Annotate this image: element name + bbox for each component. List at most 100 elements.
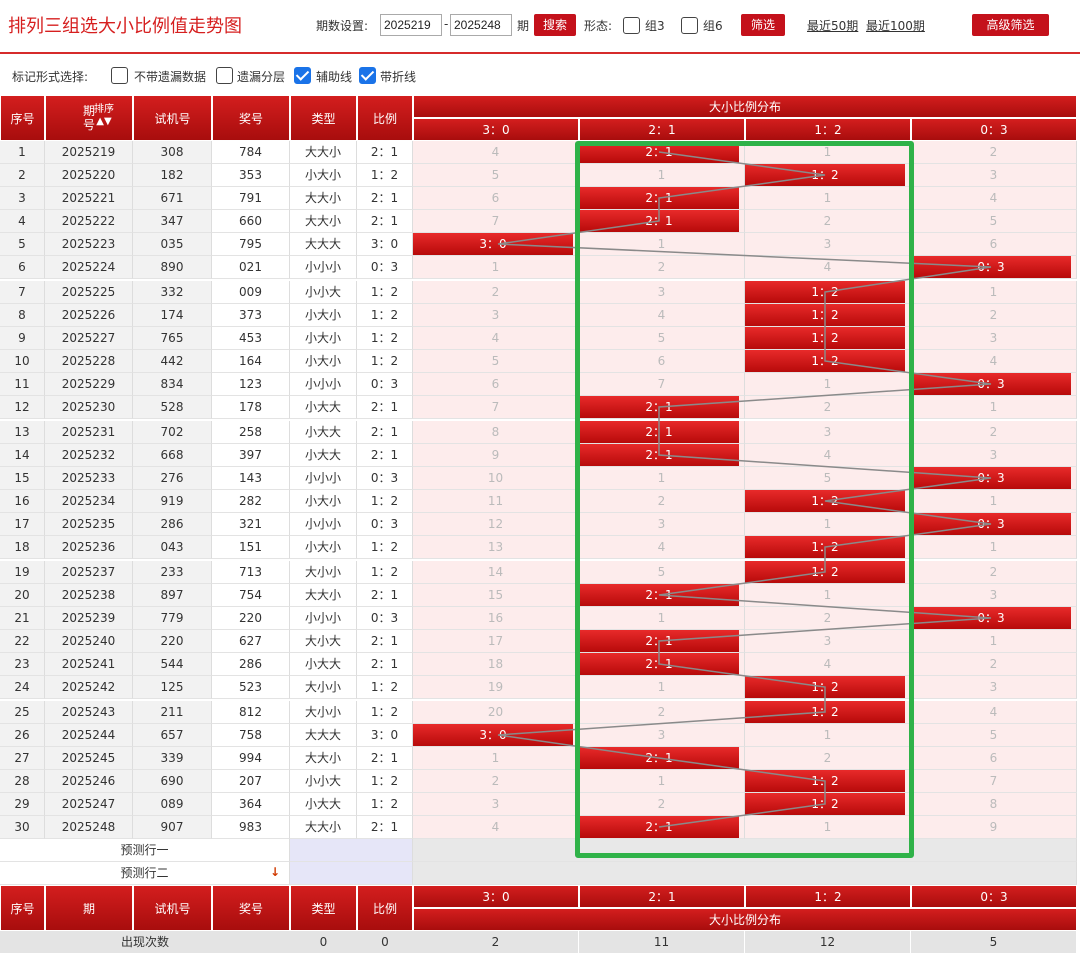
omission-cell: 7 [413,210,579,233]
zu6-checkbox[interactable] [681,17,698,34]
type-cell: 小小小 [290,373,357,396]
bottom-seq-header: 序号 [0,885,45,931]
issue-cell: 2025231 [45,421,133,444]
omission-cell: 2 [579,256,745,279]
type-cell: 大小小 [290,561,357,584]
period-to-input[interactable]: 2025248 [450,14,512,36]
omission-cell: 4 [413,141,579,164]
issue-cell: 2025248 [45,816,133,839]
issue-cell: 2025225 [45,281,133,304]
ratio-header-3: 0：3 [911,118,1077,141]
guide-line-label: 辅助线 [316,70,353,84]
prize-cell: 994 [212,747,290,770]
prize-cell: 143 [212,467,290,490]
issue-cell: 2025237 [45,561,133,584]
type-cell: 大大小 [290,747,357,770]
advanced-filter-button[interactable]: 高级筛选 [972,14,1049,36]
type-cell: 大小小 [290,676,357,699]
seq-cell: 26 [0,724,45,747]
sort-arrows-icon[interactable]: 排序 ▲▼ [94,104,114,128]
seq-cell: 22 [0,630,45,653]
period-from-input[interactable]: 2025219 [380,14,442,36]
guide-line-checkbox[interactable] [294,67,311,84]
omission-cell: 15 [413,584,579,607]
seq-cell: 27 [0,747,45,770]
recent-100-link[interactable]: 最近100期 [866,17,925,34]
col-trial-header: 试机号 [133,95,212,141]
seq-cell: 2 [0,164,45,187]
issue-cell: 2025233 [45,467,133,490]
search-button[interactable]: 搜索 [534,14,576,36]
omission-cell: 1 [745,373,911,396]
count-cell: 2 [413,931,579,953]
seq-cell: 16 [0,490,45,513]
seq-cell: 7 [0,281,45,304]
omission-cell: 2 [413,770,579,793]
omission-cell: 1 [911,536,1077,559]
trial-cell: 347 [133,210,212,233]
omission-cell: 5 [911,724,1077,747]
trial-cell: 765 [133,327,212,350]
no-omission-checkbox[interactable] [111,67,128,84]
ratio-hit-bar: 1：2 [745,164,905,186]
polyline-checkbox[interactable] [359,67,376,84]
col-ratio-header: 比例 [357,95,413,141]
period-unit: 期 [517,19,530,33]
filter-button[interactable]: 筛选 [741,14,785,36]
omission-cell: 6 [911,747,1077,770]
prize-cell: 021 [212,256,290,279]
zu3-checkbox[interactable] [623,17,640,34]
omission-cell: 6 [413,187,579,210]
prize-cell: 812 [212,701,290,724]
form-label: 形态: [584,19,613,33]
omission-layer-checkbox[interactable] [216,67,233,84]
issue-cell: 2025244 [45,724,133,747]
col-dist-header: 大小比例分布 [413,95,1077,118]
type-cell: 大大大 [290,233,357,256]
omission-cell: 5 [579,327,745,350]
prize-cell: 164 [212,350,290,373]
issue-cell: 2025245 [45,747,133,770]
prize-cell: 151 [212,536,290,559]
type-cell: 小大小 [290,164,357,187]
issue-cell: 2025223 [45,233,133,256]
type-cell: 小大大 [290,793,357,816]
issue-cell: 2025246 [45,770,133,793]
ratio-cell: 2：1 [357,816,413,839]
ratio-cell: 0：3 [357,373,413,396]
bottom-issue-header: 期 [45,885,133,931]
ratio-header-0: 3：0 [413,118,579,141]
predict-row-1-input[interactable] [290,839,413,862]
zu3-label: 组3 [645,19,665,33]
issue-cell: 2025247 [45,793,133,816]
issue-cell: 2025221 [45,187,133,210]
predict-row-2-label[interactable]: 预测行二 [0,862,290,885]
trial-cell: 690 [133,770,212,793]
omission-cell: 2 [413,281,579,304]
seq-cell: 24 [0,676,45,699]
trial-cell: 668 [133,444,212,467]
omission-cell: 3 [745,630,911,653]
issue-cell: 2025242 [45,676,133,699]
omission-cell: 20 [413,701,579,724]
omission-cell: 3 [413,793,579,816]
prize-cell: 178 [212,396,290,419]
marker-options-bar: 标记形式选择: 不带遗漏数据 遗漏分层 辅助线 带折线 [0,58,1080,92]
ratio-hit-bar: 2：1 [579,747,739,769]
ratio-hit-bar: 2：1 [579,653,739,675]
omission-cell: 1 [745,584,911,607]
omission-cell: 14 [413,561,579,584]
omission-cell: 5 [745,467,911,490]
omission-cell: 3 [911,164,1077,187]
omission-cell: 2 [745,607,911,630]
trial-cell: 671 [133,187,212,210]
ratio-hit-bar: 0：3 [911,256,1071,278]
omission-cell: 16 [413,607,579,630]
predict-row-2-input[interactable] [290,862,413,885]
ratio-cell: 2：1 [357,421,413,444]
predict-row-1-label[interactable]: 预测行一 [0,839,290,862]
count-label: 出现次数 [0,931,290,953]
prize-cell: 627 [212,630,290,653]
recent-50-link[interactable]: 最近50期 [807,17,858,34]
omission-cell: 4 [745,444,911,467]
